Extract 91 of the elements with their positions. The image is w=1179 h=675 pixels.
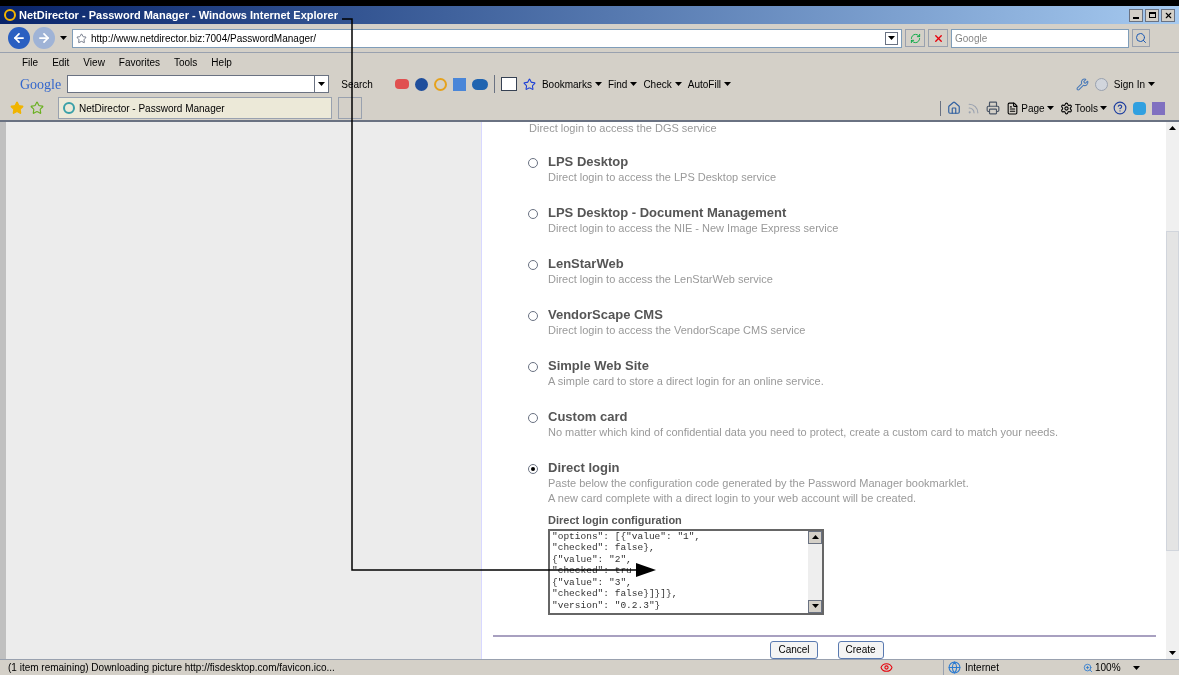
scroll-up-icon[interactable]: [811, 535, 819, 539]
menu-item[interactable]: Edit: [52, 55, 70, 70]
caret-icon[interactable]: [1046, 106, 1054, 110]
stop-icon: [932, 32, 944, 44]
option-description: Direct login to access the LPS Desktop service: [548, 170, 777, 185]
google-search-field[interactable]: [67, 75, 330, 93]
close-icon: [1163, 10, 1173, 20]
menu-item[interactable]: Tools: [174, 55, 198, 70]
search-field[interactable]: Google: [951, 28, 1129, 48]
menu-item[interactable]: View: [83, 55, 105, 70]
toolbar-button[interactable]: AutoFill: [687, 76, 732, 92]
option-description: A simple card to store a direct login for an online service.: [548, 374, 824, 389]
option-title: LPS Desktop - Document Management: [548, 205, 788, 221]
option-description: Direct login to access the VendorScape CMS service: [548, 323, 806, 338]
menu-item[interactable]: Help: [211, 55, 232, 70]
caret-icon[interactable]: [630, 82, 638, 86]
globe-icon: [948, 661, 961, 674]
option-title: LenStarWeb: [548, 256, 625, 272]
toolbar-button[interactable]: Bookmarks: [541, 76, 602, 92]
zoom-icon: [1083, 662, 1093, 673]
caret-icon[interactable]: [724, 82, 732, 86]
window-icon[interactable]: [500, 77, 517, 91]
caret-icon[interactable]: [1100, 106, 1107, 110]
code-line: "checked": false}]}]},: [552, 588, 679, 601]
minimize-button[interactable]: [1129, 8, 1143, 22]
caret-icon[interactable]: [594, 82, 602, 86]
caret-icon[interactable]: [674, 82, 682, 86]
command-button[interactable]: Tools: [1059, 100, 1107, 116]
page-icon: [1006, 101, 1020, 115]
caret-icon[interactable]: [1132, 665, 1140, 670]
caret-icon[interactable]: [318, 82, 326, 86]
form-button[interactable]: Cancel: [770, 640, 818, 659]
code-line: {"value": "2",: [552, 553, 633, 566]
back-arrow-icon: [12, 31, 26, 45]
menu-item[interactable]: File: [22, 55, 39, 70]
scroll-down-icon[interactable]: [1169, 651, 1176, 655]
gear-icon: [1059, 101, 1073, 115]
scroll-up-icon[interactable]: [1169, 126, 1176, 130]
menu-item[interactable]: Favorites: [118, 55, 160, 70]
refresh-icon: [909, 32, 921, 44]
option-description: Paste below the configuration code generated by the Password Manager bookmarklet.: [548, 476, 969, 491]
option-description: Direct login to access the NIE - New Image Express service: [548, 221, 839, 236]
form-button[interactable]: Create: [837, 640, 884, 659]
forward-arrow-icon: [37, 31, 51, 45]
option-title: LPS Desktop: [548, 154, 630, 170]
print-icon[interactable]: [986, 101, 1001, 115]
search-button[interactable]: [1132, 29, 1150, 47]
option-title: VendorScape CMS: [548, 307, 664, 323]
option-title: Simple Web Site: [548, 358, 650, 374]
code-line: {"value": "3",: [552, 576, 633, 589]
security-zone: Internet: [965, 661, 999, 675]
zoom-button[interactable]: 100%: [1083, 660, 1140, 675]
option-title: Custom card: [548, 409, 629, 425]
window-title: NetDirector - Password Manager - Windows Internet Explorer: [19, 7, 338, 23]
scroll-down-icon[interactable]: [811, 604, 819, 608]
option-title: Direct login: [548, 460, 621, 476]
google-logo: Google: [20, 75, 62, 94]
status-text: (1 item remaining) Downloading picture http://fisdesktop.com/favicon.ico...: [7, 661, 336, 675]
page-icon: [63, 102, 75, 114]
help-icon[interactable]: [1113, 101, 1127, 115]
field-label: Direct login configuration: [548, 513, 683, 528]
privacy-icon: [880, 661, 893, 674]
back-button[interactable]: [8, 27, 30, 49]
stop-button[interactable]: [928, 29, 948, 47]
caret-icon[interactable]: [1148, 82, 1155, 86]
dropdown-button[interactable]: [885, 31, 898, 45]
code-line: "options": [{"value": "1",: [552, 530, 702, 543]
favorite-star-icon: [76, 32, 87, 44]
code-line: "version": "0.2.3"}: [552, 600, 662, 612]
option-description: Direct login to access the LenStarWeb service: [548, 272, 773, 287]
sign-in-button[interactable]: Sign In: [1113, 76, 1155, 92]
home-icon[interactable]: [947, 101, 962, 115]
code-line: "checked": false},: [552, 542, 656, 554]
new-tab-button[interactable]: [338, 97, 362, 119]
option-description: Direct login to access the DGS service: [529, 122, 718, 134]
caret-icon[interactable]: [888, 36, 895, 40]
option-description: A new card complete with a direct login to your web account will be created.: [548, 491, 918, 506]
caret-icon[interactable]: [60, 36, 67, 40]
restore-button[interactable]: [1145, 8, 1159, 22]
close-button[interactable]: [1161, 8, 1175, 22]
toolbar-button[interactable]: Find: [607, 76, 638, 92]
option-description: No matter which kind of confidential data you need to protect, create a custom card to match your needs.: [548, 425, 1058, 440]
scrollbar[interactable]: [808, 530, 822, 613]
address-field[interactable]: http://www.netdirector.biz:7004/PasswordManager/: [72, 28, 902, 48]
search-icon: [1135, 32, 1147, 44]
bookmark-star-icon: [522, 77, 536, 91]
wrench-icon[interactable]: [1075, 77, 1089, 91]
toolbar-button[interactable]: Check: [643, 76, 682, 92]
browser-logo-icon: [4, 9, 16, 21]
browser-tab[interactable]: NetDirector - Password Manager: [58, 97, 332, 119]
command-button[interactable]: Page: [1006, 100, 1054, 116]
